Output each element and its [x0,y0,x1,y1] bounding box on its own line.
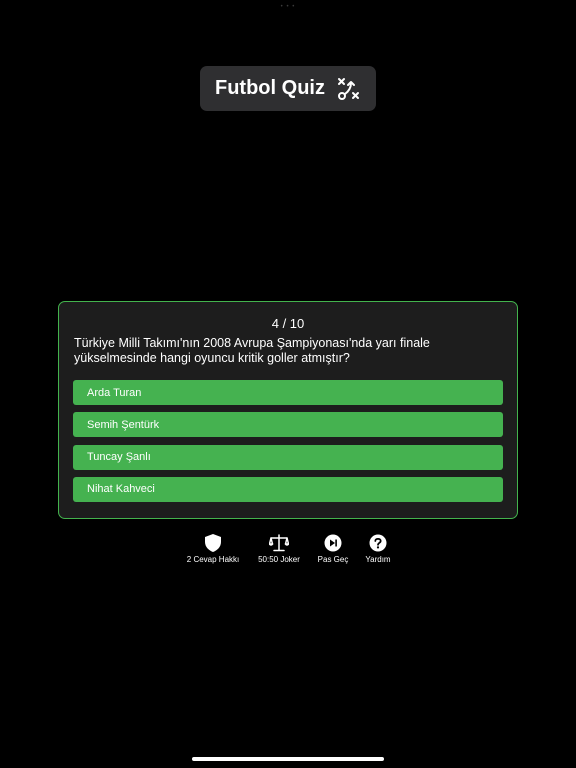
question-text: Türkiye Milli Takımı'nın 2008 Avrupa Şam… [74,336,430,365]
lifeline-fifty-fifty[interactable]: 50:50 Joker [255,534,303,564]
scale-icon [269,534,289,552]
app-title-pill: Futbol Quiz [200,66,376,111]
lifeline-skip[interactable]: Pas Geç [316,534,350,564]
app-title: Futbol Quiz [215,77,325,99]
lifeline-help[interactable]: Yardım [362,534,394,564]
help-icon [369,534,387,552]
shield-icon [205,534,221,552]
lifeline-two-answers-label: 2 Cevap Hakkı [186,555,240,564]
home-indicator[interactable] [192,757,384,761]
lifeline-skip-label: Pas Geç [317,555,349,564]
lifeline-bar: 2 Cevap Hakkı 50:50 Joker Pas Geç Yardım [0,534,576,574]
lifeline-help-label: Yardım [365,555,391,564]
answer-list: Arda Turan Semih Şentürk Tuncay Şanlı Ni… [73,380,503,509]
answer-button-2[interactable]: Semih Şentürk [73,412,503,438]
status-bar-indicator: • • • [280,4,296,10]
lifeline-two-answers[interactable]: 2 Cevap Hakkı [186,534,240,564]
question-counter: 4 / 10 [271,316,305,331]
answer-button-4[interactable]: Nihat Kahveci [73,476,503,502]
skip-icon [324,534,342,552]
answer-button-1[interactable]: Arda Turan [73,380,503,405]
answer-button-3[interactable]: Tuncay Şanlı [73,444,503,470]
tactics-icon [337,77,361,101]
lifeline-fifty-fifty-label: 50:50 Joker [258,555,300,564]
question-card: 4 / 10 Türkiye Milli Takımı'nın 2008 Avr… [58,301,518,519]
quiz-screen: • • • Futbol Quiz 4 / 10 Türkiye Milli T… [0,0,576,768]
